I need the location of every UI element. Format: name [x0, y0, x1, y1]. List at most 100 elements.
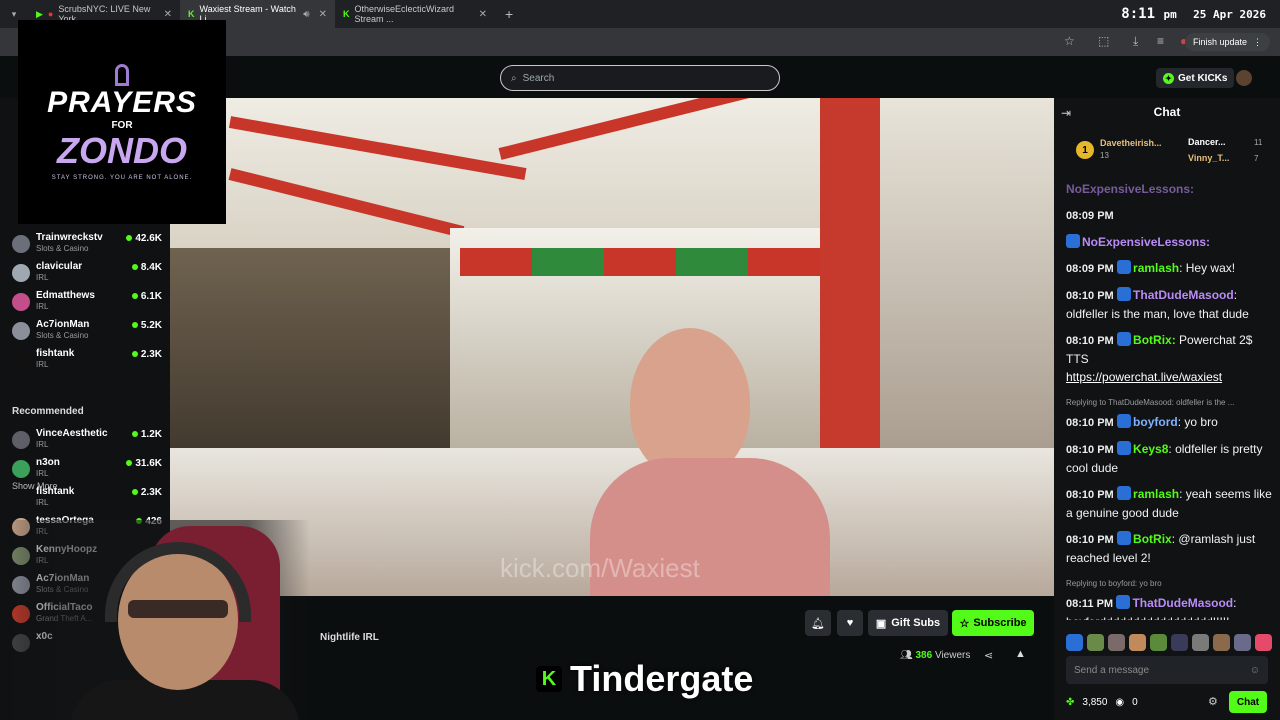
channel-avatar — [12, 431, 30, 449]
sidebar-channel[interactable]: Ac7ionMan Slots & Casino 5.2K — [12, 319, 162, 348]
tab-otherwiseeclecticwizard[interactable]: K OtherwiseEclecticWizard Stream ... ✕ — [335, 0, 495, 28]
sidebar-channel[interactable]: n3on IRL 31.6K — [12, 457, 162, 486]
tab-label: OtherwiseEclecticWizard Stream ... — [354, 4, 455, 24]
sidebar-channel[interactable]: Edmatthews IRL 6.1K — [12, 290, 162, 319]
live-dot-icon: ● — [47, 9, 54, 19]
chat-title: Chat — [1153, 105, 1181, 119]
logo-line: FOR — [111, 119, 133, 131]
kick-icon: K — [188, 9, 195, 19]
gift-subs-label: Gift Subs — [891, 617, 941, 629]
verified-badge-icon — [1117, 486, 1132, 500]
stream-category[interactable]: Nightlife IRL — [320, 632, 379, 643]
emote-icon[interactable] — [1087, 634, 1104, 651]
gifter-name[interactable]: Davetheirish... — [1100, 138, 1162, 148]
get-kicks-button[interactable]: ✦ Get KICKs — [1156, 68, 1235, 88]
clock-time: 8:11 — [1121, 6, 1156, 22]
chat-message: 08:09 PM ramlash: Hey wax! — [1066, 259, 1276, 278]
chat-username[interactable]: Keys8 — [1133, 442, 1168, 456]
kicks-coin-icon: ✦ — [1163, 72, 1174, 84]
chat-timestamp: 08:09 PM — [1066, 210, 1114, 222]
close-icon[interactable]: ✕ — [479, 9, 487, 20]
emote-icon[interactable] — [1255, 634, 1272, 651]
video-scene — [460, 248, 820, 276]
share-icon[interactable]: ⋖ — [984, 649, 993, 662]
gifter-count: 7 — [1254, 154, 1259, 163]
search-placeholder: Search — [522, 72, 555, 84]
viewer-count: 👥︎ 386 Viewers — [900, 650, 970, 661]
chat-message-input[interactable]: Send a message ☺ — [1066, 656, 1268, 684]
sidebar-channel[interactable]: clavicular IRL 8.4K — [12, 261, 162, 290]
logo-tagline: STAY STRONG. YOU ARE NOT ALONE. — [51, 174, 193, 181]
send-chat-button[interactable]: Chat — [1229, 691, 1267, 713]
notification-bell-button[interactable]: 🔔︎ — [805, 610, 831, 636]
extensions-icon[interactable]: ⬚ — [1098, 34, 1109, 48]
sidebar-channel[interactable]: Trainwreckstv Slots & Casino 42.6K — [12, 232, 162, 261]
chat-username[interactable]: NoExpensiveLessons: — [1082, 235, 1210, 249]
new-tab-icon[interactable]: + — [505, 6, 513, 22]
sidebar-channel[interactable]: fishtank IRL 2.3K — [12, 486, 162, 515]
search-input[interactable]: ⌕ Search — [500, 65, 780, 91]
gold-medal-icon: 1 — [1076, 141, 1094, 159]
reply-context: Replying to boyford: yo bro — [1066, 579, 1162, 588]
gifter-name[interactable]: Vinny_T... — [1188, 153, 1229, 163]
finish-update-button[interactable]: Finish update ⋮ — [1184, 33, 1270, 51]
emote-icon[interactable] — [1129, 634, 1146, 651]
channel-avatar — [12, 293, 30, 311]
emote-icon[interactable] — [1150, 634, 1167, 651]
finish-update-label: Finish update — [1192, 37, 1247, 47]
channel-category: IRL — [36, 440, 49, 449]
close-icon[interactable]: ✕ — [319, 9, 327, 20]
emote-icon[interactable] — [1171, 634, 1188, 651]
channel-category: IRL — [36, 302, 49, 311]
gifter-name[interactable]: Dancer... — [1188, 137, 1226, 147]
channel-category: IRL — [36, 469, 49, 478]
chat-link[interactable]: https://powerchat.live/waxiest — [1066, 368, 1276, 386]
chat-username[interactable]: boyford — [1133, 415, 1178, 429]
ribbon-icon — [115, 63, 129, 86]
channel-viewers: 6.1K — [132, 291, 162, 302]
emote-icon[interactable] — [1066, 634, 1083, 651]
kicks-balance[interactable]: 0 — [1132, 697, 1138, 708]
chat-username[interactable]: NoExpensiveLessons: — [1066, 182, 1194, 196]
clock-ampm: pm — [1163, 8, 1177, 21]
chat-timestamp: 08:11 PM — [1066, 598, 1114, 610]
chat-text: : Hey wax! — [1179, 261, 1236, 275]
chat-messages: NoExpensiveLessons: 08:09 PM NoExpensive… — [1066, 180, 1276, 620]
chat-username[interactable]: ThatDudeMasood — [1132, 596, 1233, 610]
report-icon[interactable]: ▲ — [1015, 648, 1026, 660]
verified-badge-icon — [1117, 531, 1132, 545]
chat-username[interactable]: ramlash — [1133, 487, 1179, 501]
chat-input-placeholder: Send a message — [1074, 664, 1150, 676]
chat-settings-gear-icon[interactable]: ⚙ — [1208, 695, 1218, 708]
chat-username[interactable]: BotRix: — [1133, 333, 1176, 347]
bookmark-star-icon[interactable]: ☆ — [1064, 34, 1075, 48]
tab-list-icon[interactable]: ▾ — [0, 9, 28, 20]
close-icon[interactable]: ✕ — [164, 9, 172, 20]
channel-viewers: 2.3K — [132, 487, 162, 498]
user-avatar[interactable] — [1236, 70, 1252, 86]
media-control-icon[interactable]: ≡ — [1157, 34, 1164, 48]
chat-username[interactable]: BotRix — [1133, 532, 1172, 546]
viewers-label: Viewers — [934, 650, 971, 661]
sidebar-channel[interactable]: fishtank IRL 2.3K — [12, 348, 162, 377]
prayers-for-zondo-logo: PRAYERS FOR ZONDO STAY STRONG. YOU ARE N… — [18, 20, 226, 224]
chat-username[interactable]: ThatDudeMasood — [1133, 288, 1234, 302]
emote-icon[interactable] — [1234, 634, 1251, 651]
speaker-icon[interactable]: 🔊︎ — [303, 9, 309, 20]
emoji-icon[interactable]: ☺ — [1250, 665, 1260, 676]
chat-timestamp: 08:10 PM — [1066, 534, 1114, 546]
emote-icon[interactable] — [1192, 634, 1209, 651]
sidebar-channel[interactable]: VinceAesthetic IRL 1.2K — [12, 428, 162, 457]
download-icon[interactable]: ⤓ — [1133, 34, 1138, 49]
emote-icon[interactable] — [1108, 634, 1125, 651]
search-icon: ⌕ — [511, 72, 517, 84]
emote-icon[interactable] — [1213, 634, 1230, 651]
gift-subs-button[interactable]: ▣ Gift Subs — [868, 610, 948, 636]
follow-heart-button[interactable]: ♥ — [837, 610, 863, 636]
channel-category: Slots & Casino — [36, 244, 89, 253]
channel-points[interactable]: 3,850 — [1082, 697, 1107, 708]
chat-username[interactable]: ramlash — [1133, 261, 1179, 275]
kick-icon: K — [343, 9, 350, 19]
subscribe-button[interactable]: ☆ Subscribe — [952, 610, 1034, 636]
chat-timestamp: 08:10 PM — [1066, 335, 1114, 347]
